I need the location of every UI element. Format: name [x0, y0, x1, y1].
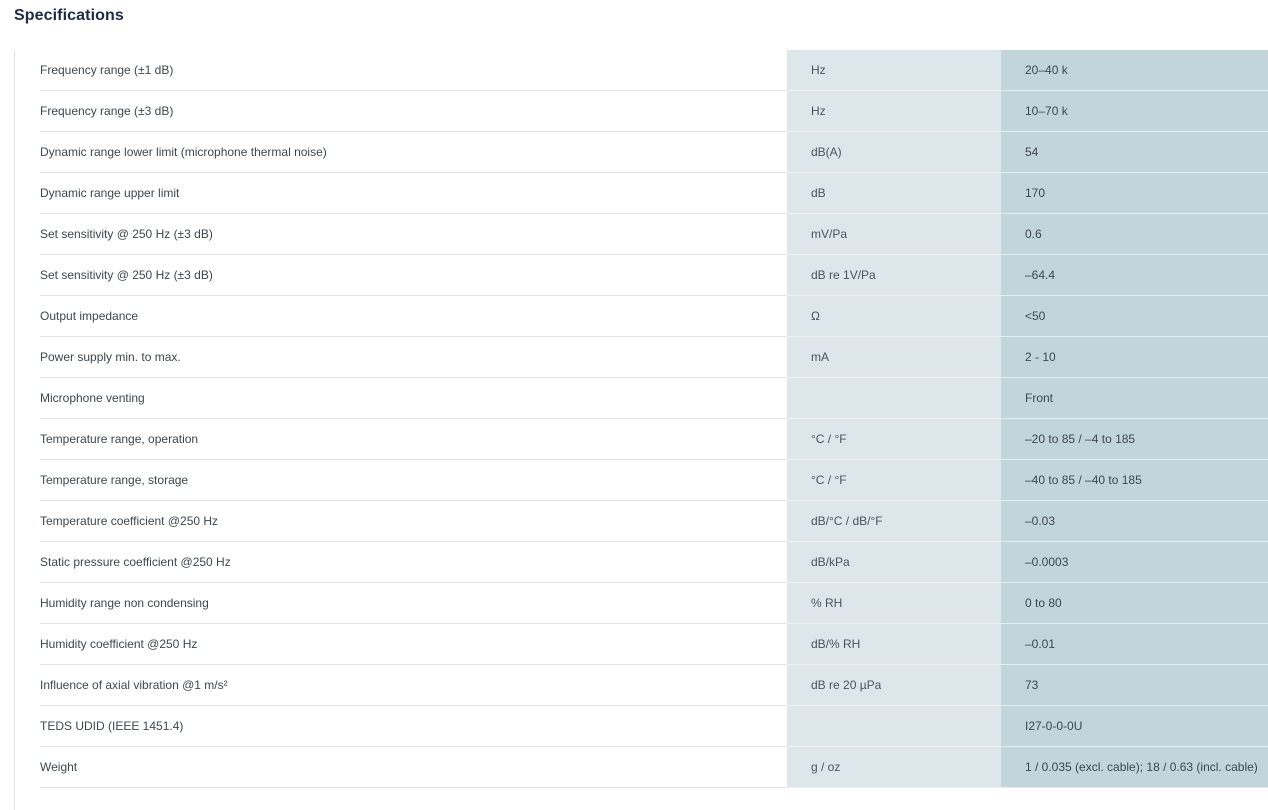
spec-name: Dynamic range lower limit (microphone th…	[40, 131, 787, 173]
table-row: Static pressure coefficient @250 Hz dB/k…	[40, 541, 1268, 583]
spec-name: Humidity coefficient @250 Hz	[40, 623, 787, 665]
table-row: Dynamic range lower limit (microphone th…	[40, 131, 1268, 173]
table-row: Humidity coefficient @250 Hz dB/% RH –0.…	[40, 623, 1268, 665]
table-row: Microphone venting Front	[40, 377, 1268, 419]
spec-unit	[787, 377, 1001, 419]
spec-name: Weight	[40, 746, 787, 788]
spec-value: 54	[1001, 131, 1268, 173]
spec-unit: dB re 1V/Pa	[787, 254, 1001, 296]
specifications-section: Frequency range (±1 dB) Hz 20–40 k Frequ…	[14, 50, 1268, 810]
spec-value: –0.03	[1001, 500, 1268, 542]
table-row: Influence of axial vibration @1 m/s² dB …	[40, 664, 1268, 706]
spec-value: –40 to 85 / –40 to 185	[1001, 459, 1268, 501]
spec-name: TEDS UDID (IEEE 1451.4)	[40, 705, 787, 747]
spec-name: Microphone venting	[40, 377, 787, 419]
spec-name: Output impedance	[40, 295, 787, 337]
spec-name: Frequency range (±1 dB)	[40, 50, 787, 91]
table-row: Set sensitivity @ 250 Hz (±3 dB) dB re 1…	[40, 254, 1268, 296]
spec-name: Temperature range, storage	[40, 459, 787, 501]
spec-name: Set sensitivity @ 250 Hz (±3 dB)	[40, 254, 787, 296]
spec-value: <50	[1001, 295, 1268, 337]
table-row: Dynamic range upper limit dB 170	[40, 172, 1268, 214]
spec-name: Set sensitivity @ 250 Hz (±3 dB)	[40, 213, 787, 255]
spec-name: Frequency range (±3 dB)	[40, 90, 787, 132]
spec-unit: °C / °F	[787, 418, 1001, 460]
table-row: Temperature range, storage °C / °F –40 t…	[40, 459, 1268, 501]
spec-unit	[787, 705, 1001, 747]
spec-unit: g / oz	[787, 746, 1001, 788]
spec-name: Influence of axial vibration @1 m/s²	[40, 664, 787, 706]
table-row: Temperature coefficient @250 Hz dB/°C / …	[40, 500, 1268, 542]
spec-value: 1 / 0.035 (excl. cable); 18 / 0.63 (incl…	[1001, 746, 1268, 788]
spec-value: 170	[1001, 172, 1268, 214]
spec-unit: dB/°C / dB/°F	[787, 500, 1001, 542]
table-row: Output impedance Ω <50	[40, 295, 1268, 337]
spec-unit: % RH	[787, 582, 1001, 624]
spec-unit: °C / °F	[787, 459, 1001, 501]
spec-name: Dynamic range upper limit	[40, 172, 787, 214]
table-row: Frequency range (±1 dB) Hz 20–40 k	[40, 50, 1268, 91]
specifications-table: Frequency range (±1 dB) Hz 20–40 k Frequ…	[40, 50, 1268, 788]
spec-unit: Hz	[787, 50, 1001, 91]
spec-value: 10–70 k	[1001, 90, 1268, 132]
table-row: Weight g / oz 1 / 0.035 (excl. cable); 1…	[40, 746, 1268, 788]
spec-unit: Hz	[787, 90, 1001, 132]
spec-value: 73	[1001, 664, 1268, 706]
spec-value: 20–40 k	[1001, 50, 1268, 91]
spec-value: 0 to 80	[1001, 582, 1268, 624]
spec-name: Humidity range non condensing	[40, 582, 787, 624]
table-row: Temperature range, operation °C / °F –20…	[40, 418, 1268, 460]
table-row: Power supply min. to max. mA 2 - 10	[40, 336, 1268, 378]
spec-value: I27-0-0-0U	[1001, 705, 1268, 747]
spec-name: Temperature coefficient @250 Hz	[40, 500, 787, 542]
spec-name: Temperature range, operation	[40, 418, 787, 460]
spec-value: Front	[1001, 377, 1268, 419]
page-title: Specifications	[14, 7, 124, 24]
spec-unit: dB/% RH	[787, 623, 1001, 665]
table-row: Set sensitivity @ 250 Hz (±3 dB) mV/Pa 0…	[40, 213, 1268, 255]
spec-value: –20 to 85 / –4 to 185	[1001, 418, 1268, 460]
spec-unit: dB re 20 µPa	[787, 664, 1001, 706]
spec-unit: dB(A)	[787, 131, 1001, 173]
spec-unit: dB/kPa	[787, 541, 1001, 583]
spec-unit: dB	[787, 172, 1001, 214]
spec-name: Power supply min. to max.	[40, 336, 787, 378]
table-row: Frequency range (±3 dB) Hz 10–70 k	[40, 90, 1268, 132]
spec-name: Static pressure coefficient @250 Hz	[40, 541, 787, 583]
spec-unit: mA	[787, 336, 1001, 378]
spec-value: –0.01	[1001, 623, 1268, 665]
spec-value: 0.6	[1001, 213, 1268, 255]
spec-value: –64.4	[1001, 254, 1268, 296]
table-row: Humidity range non condensing % RH 0 to …	[40, 582, 1268, 624]
spec-value: 2 - 10	[1001, 336, 1268, 378]
spec-unit: mV/Pa	[787, 213, 1001, 255]
spec-value: –0.0003	[1001, 541, 1268, 583]
table-row: TEDS UDID (IEEE 1451.4) I27-0-0-0U	[40, 705, 1268, 747]
spec-unit: Ω	[787, 295, 1001, 337]
